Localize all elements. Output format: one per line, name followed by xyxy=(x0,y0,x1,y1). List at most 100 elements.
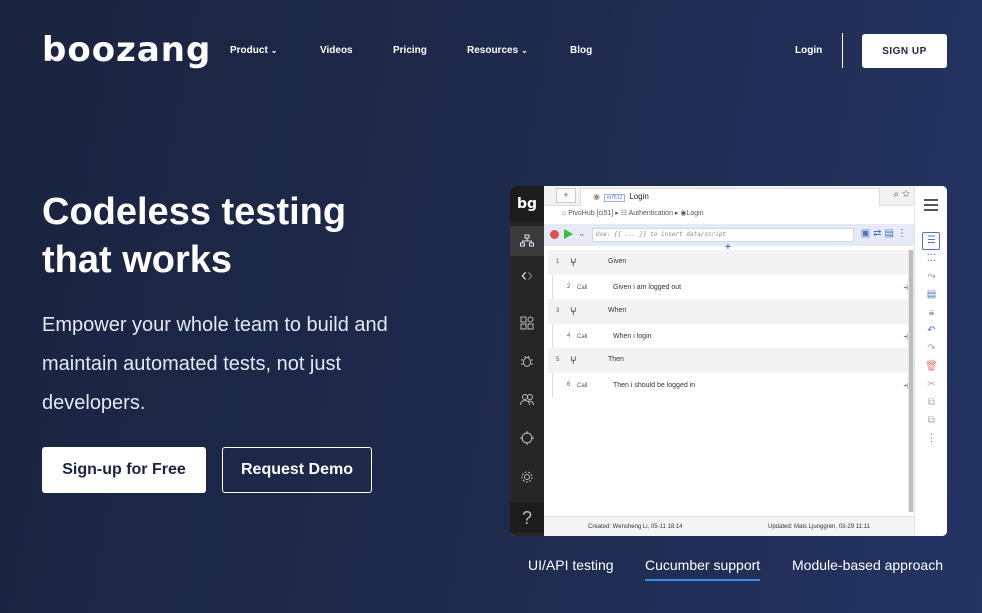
nav-resources[interactable]: Resources ⌄ xyxy=(467,45,528,56)
nav-videos-label: Videos xyxy=(320,45,353,56)
breadcrumb-separator-icon: ▸ xyxy=(615,210,619,217)
nav-divider xyxy=(842,33,843,68)
lock-icon: 🔒︎ xyxy=(928,307,935,318)
dots-icon: ⁚⁚⁚ xyxy=(926,253,937,264)
script-input: Use: {{ ... }} to insert data/script xyxy=(592,228,854,242)
users-icon xyxy=(510,384,544,414)
signup-button[interactable]: SIGN UP xyxy=(862,34,947,68)
test-icon: ◉ xyxy=(593,192,600,201)
hero-headline: Codeless testing that works xyxy=(42,191,347,281)
tab-title: Login xyxy=(629,192,649,201)
document-icon: ▤ xyxy=(884,228,897,239)
step-keyword: When xyxy=(608,307,627,314)
app-tabbar: + ◉ m7512 Login ⌕ ☆ xyxy=(544,186,914,206)
view-icon: ▣ xyxy=(860,228,874,239)
step-row: 1 ⑂ Given xyxy=(548,250,912,275)
list-view-icon: ☰ xyxy=(927,235,936,246)
copy-icon: ⧉ xyxy=(927,397,936,408)
nav-blog[interactable]: Blog xyxy=(570,45,592,56)
swap-icon: ⇄ xyxy=(873,228,885,239)
feature-tab-cucumber[interactable]: Cucumber support xyxy=(645,557,761,581)
nav-resources-label: Resources xyxy=(467,45,519,56)
tab-tag: m7512 xyxy=(603,194,626,202)
breadcrumb-project: PivoHub [ci51] xyxy=(568,210,614,217)
modules-icon xyxy=(510,308,544,338)
app-right-toolbar: ☰ ⁚⁚⁚ ⤳ ▤ 🔒︎ ↶ ↷ 🗑︎ ✂︎ ⧉ ⧉ ⋮ xyxy=(914,186,947,536)
breadcrumb: ⌂ PivoHub [ci51] ▸ ☷ Authentication ▸ ◉L… xyxy=(562,209,704,217)
paste-icon: ⧉ xyxy=(927,415,936,426)
request-demo-button[interactable]: Request Demo xyxy=(222,447,372,493)
chevron-down-icon: ⌄ xyxy=(270,46,278,55)
step-text: Given i am logged out xyxy=(613,283,682,291)
app-screenshot: bg ‹ › ? + ◉ m7512 Login ⌕ ☆ ⌂ PivoHub [… xyxy=(510,186,947,536)
nav-blog-label: Blog xyxy=(570,45,593,56)
step-keyword: Given xyxy=(608,258,627,265)
record-icon xyxy=(550,230,559,239)
delete-icon: 🗑︎ xyxy=(925,361,938,372)
nav-videos[interactable]: Videos xyxy=(320,45,353,56)
step-text: Then i should be logged in xyxy=(613,381,696,389)
play-icon xyxy=(564,229,573,239)
step-row: 3 ⑂ When xyxy=(548,299,912,324)
nav-pricing[interactable]: Pricing xyxy=(393,45,427,56)
step-call-label: Call xyxy=(577,284,588,291)
nav-pricing-label: Pricing xyxy=(393,45,427,56)
boozang-logo[interactable]: boozang xyxy=(42,30,211,70)
step-row: 5 ⑂ Then xyxy=(548,348,912,373)
chevron-down-icon: ⌄ xyxy=(578,228,586,238)
add-tab-button: + xyxy=(556,188,576,203)
breadcrumb-separator-icon: ▸ xyxy=(674,210,679,217)
home-icon: ⌂ xyxy=(562,210,567,217)
step-list: 1 ⑂ Given 2 Call Given i am logged out ⊰… xyxy=(548,250,912,397)
target-icon xyxy=(510,423,544,453)
app-logo: bg xyxy=(510,186,544,222)
step-number: 5 xyxy=(556,357,560,363)
tree-icon xyxy=(510,226,544,256)
tab-login: ◉ m7512 Login xyxy=(580,188,880,206)
branch-icon: ⤳ xyxy=(927,271,936,282)
toolbar-icons: ▣⇄▤⋮ xyxy=(861,228,910,239)
app-editor: + ◉ m7512 Login ⌕ ☆ ⌂ PivoHub [ci51] ▸ ☷ A… xyxy=(544,186,914,536)
cut-icon: ✂︎ xyxy=(927,379,936,390)
fork-icon: ⑂ xyxy=(570,355,577,367)
star-icon: ☆ xyxy=(901,189,910,200)
nav-product-label: Product xyxy=(230,45,268,56)
step-number: 6 xyxy=(567,381,571,388)
app-sidebar: bg ‹ › ? xyxy=(510,186,544,536)
more-icon: ⋮ xyxy=(897,228,910,239)
bug-icon xyxy=(510,346,544,376)
module-icon: ☷ xyxy=(620,210,628,217)
step-row: 4 Call When i login ⊰ xyxy=(552,323,912,348)
settings-gear-icon xyxy=(510,462,544,492)
step-row: 6 Call Then i should be logged in ⊰ xyxy=(552,372,912,397)
login-link[interactable]: Login xyxy=(795,45,822,56)
step-number: 3 xyxy=(556,308,560,314)
step-call-label: Call xyxy=(577,382,588,389)
app-footer: Created: Wensheng Li, 05-11 18:14 Update… xyxy=(544,516,914,536)
fork-icon: ⑂ xyxy=(570,257,577,269)
step-number: 4 xyxy=(567,332,571,339)
step-number: 2 xyxy=(567,283,571,290)
step-text: When i login xyxy=(613,332,652,340)
search-icon: ⌕ xyxy=(893,189,900,200)
nav-product[interactable]: Product ⌄ xyxy=(230,45,277,56)
fork-icon: ⑂ xyxy=(570,306,577,318)
feature-tab-module-based[interactable]: Module-based approach xyxy=(792,557,943,573)
created-info: Created: Wensheng Li, 05-11 18:14 xyxy=(588,524,683,530)
breadcrumb-test: Login xyxy=(686,210,704,217)
tab-actions: ⌕ ☆ xyxy=(893,189,910,200)
hamburger-menu-icon xyxy=(924,199,938,214)
hero-subtext: Empower your whole team to build and mai… xyxy=(42,314,388,414)
chevron-down-icon: ⌄ xyxy=(521,46,528,55)
updated-info: Updated: Mats Ljunggren, 03-29 11:11 xyxy=(768,524,870,530)
step-number: 1 xyxy=(556,259,560,265)
step-call-label: Call xyxy=(577,333,588,340)
signup-free-button[interactable]: Sign-up for Free xyxy=(42,447,206,493)
notes-icon: ▤ xyxy=(926,289,937,300)
feature-tab-ui-api[interactable]: UI/API testing xyxy=(528,557,614,573)
step-keyword: Then xyxy=(608,356,624,363)
redo-icon: ↷ xyxy=(927,343,936,354)
more-vertical-icon: ⋮ xyxy=(926,433,937,444)
help-icon: ? xyxy=(510,503,544,533)
scrollbar-thumb xyxy=(909,250,913,512)
